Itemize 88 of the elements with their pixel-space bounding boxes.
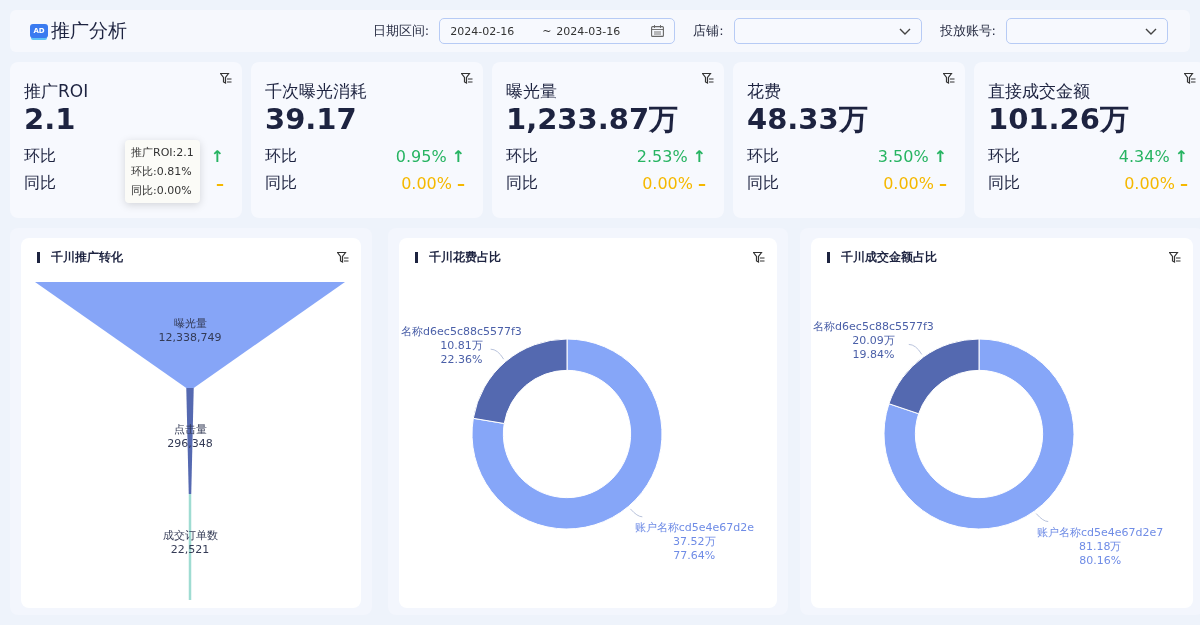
slice-percent: 77.64% [673, 548, 716, 562]
kpi-row-label: 环比 [265, 146, 297, 167]
slice-amount: 10.81万 [440, 339, 483, 353]
kpi-title: 千次曝光消耗 [265, 80, 368, 102]
select-field[interactable] [733, 18, 922, 44]
slice-amount: 81.18万 [1078, 539, 1122, 553]
up-arrow-icon: ↑ [933, 147, 947, 166]
kpi-row-label: 环比 [506, 146, 538, 167]
chevron-down-icon [1145, 27, 1157, 35]
up-arrow-icon: ↑ [451, 147, 465, 166]
kpi-title: 曝光量 [506, 80, 558, 102]
date-range-field[interactable]: 2024-02-16 ~ 2024-03-16 [439, 18, 676, 44]
leader-line [629, 508, 643, 518]
filter-icon[interactable] [220, 73, 232, 84]
dash-icon: – [1180, 174, 1188, 193]
filter-icon[interactable] [1184, 73, 1196, 84]
tooltip-line: 环比:0.81% [131, 164, 193, 180]
kpi-value: 2.1 [24, 102, 77, 136]
start-date: 2024-02-16 [450, 24, 516, 38]
title-marker [37, 251, 40, 263]
kpi-change-value: 0.95% [395, 147, 447, 166]
kpi-row-label: 同比 [506, 173, 538, 194]
kpi-title: 直接成交金额 [988, 80, 1091, 102]
title-marker [415, 251, 418, 263]
kpi-value: 39.17 [265, 102, 358, 136]
kpi-row-label: 同比 [988, 173, 1020, 194]
leader-line [1035, 513, 1049, 523]
kpi-value: 48.33万 [747, 102, 869, 136]
dash-icon: – [698, 174, 706, 193]
slice-name: 名称d6ec5c88c5577f3 [401, 325, 522, 339]
end-date: 2024-03-16 [556, 24, 622, 38]
filter-icon[interactable] [753, 251, 765, 263]
slice-percent: 19.84% [852, 348, 895, 362]
tooltip-line: 同比:0.00% [131, 183, 193, 199]
stage-label: 曝光量 [173, 317, 207, 330]
kpi-title: 花费 [747, 80, 782, 102]
dash-icon: – [216, 174, 224, 193]
tooltip-line: 推广ROI:2.1 [131, 145, 194, 161]
slice-amount: 37.52万 [673, 534, 716, 548]
slice-percent: 22.36% [440, 353, 483, 367]
filter-label: 日期区间: [372, 22, 430, 40]
page-title: 推广分析 [51, 18, 127, 43]
stage-value: 22,521 [170, 543, 210, 556]
chart-title: 千川成交金额占比 [841, 248, 937, 266]
kpi-change-value: 0.00% [883, 174, 934, 193]
up-arrow-icon: ↑ [692, 147, 706, 166]
slice-percent: 80.16% [1079, 553, 1122, 567]
kpi-value: 101.26万 [988, 102, 1130, 136]
calendar-icon [651, 25, 665, 37]
filter-icon[interactable] [943, 73, 955, 84]
title-marker [827, 251, 830, 263]
slice-name: 账户名称cd5e4e67d2e7 [1037, 525, 1164, 539]
kpi-row-label: 环比 [988, 146, 1020, 167]
kpi-value: 1,233.87万 [506, 102, 680, 136]
range-separator: ~ [542, 24, 553, 38]
kpi-row-label: 同比 [265, 173, 297, 194]
leader-line [490, 348, 505, 360]
kpi-row-label: 同比 [747, 173, 779, 194]
up-arrow-icon: ↑ [1174, 147, 1188, 166]
stage-value: 12,338,749 [158, 331, 222, 344]
dash-icon: – [939, 174, 947, 193]
chevron-down-icon [898, 27, 911, 35]
kpi-change-value: 3.50% [877, 147, 929, 166]
select-field[interactable] [1006, 18, 1168, 44]
slice-name: 名称d6ec5c88c5577f3 [813, 320, 934, 334]
slice-name: 账户名称cd5e4e67d2e [634, 520, 754, 534]
filter-icon[interactable] [702, 73, 714, 84]
slice-amount: 20.09万 [852, 334, 895, 348]
kpi-change-value: 4.34% [1118, 147, 1170, 166]
leader-line [908, 343, 923, 355]
filter-icon[interactable] [461, 73, 473, 84]
kpi-title: 推广ROI [24, 80, 90, 102]
kpi-change-value: 0.00% [1124, 174, 1175, 193]
dash-icon: – [457, 174, 465, 193]
filter-icon[interactable] [1169, 251, 1181, 263]
stage-label: 成交订单数 [162, 529, 218, 542]
filter-label: 投放账号: [939, 22, 996, 40]
kpi-change-value: 0.00% [642, 174, 693, 193]
kpi-row-label: 环比 [24, 146, 56, 167]
kpi-change-value: 0.00% [401, 174, 452, 193]
chart-title: 千川推广转化 [51, 248, 123, 266]
filter-label: 店铺: [693, 22, 724, 40]
chart-title: 千川花费占比 [429, 248, 501, 266]
kpi-change-value: 2.53% [636, 147, 688, 166]
kpi-row-label: 环比 [747, 146, 779, 167]
up-arrow-icon: ↑ [210, 147, 224, 166]
filter-icon[interactable] [337, 251, 349, 263]
kpi-row-label: 同比 [24, 173, 56, 194]
